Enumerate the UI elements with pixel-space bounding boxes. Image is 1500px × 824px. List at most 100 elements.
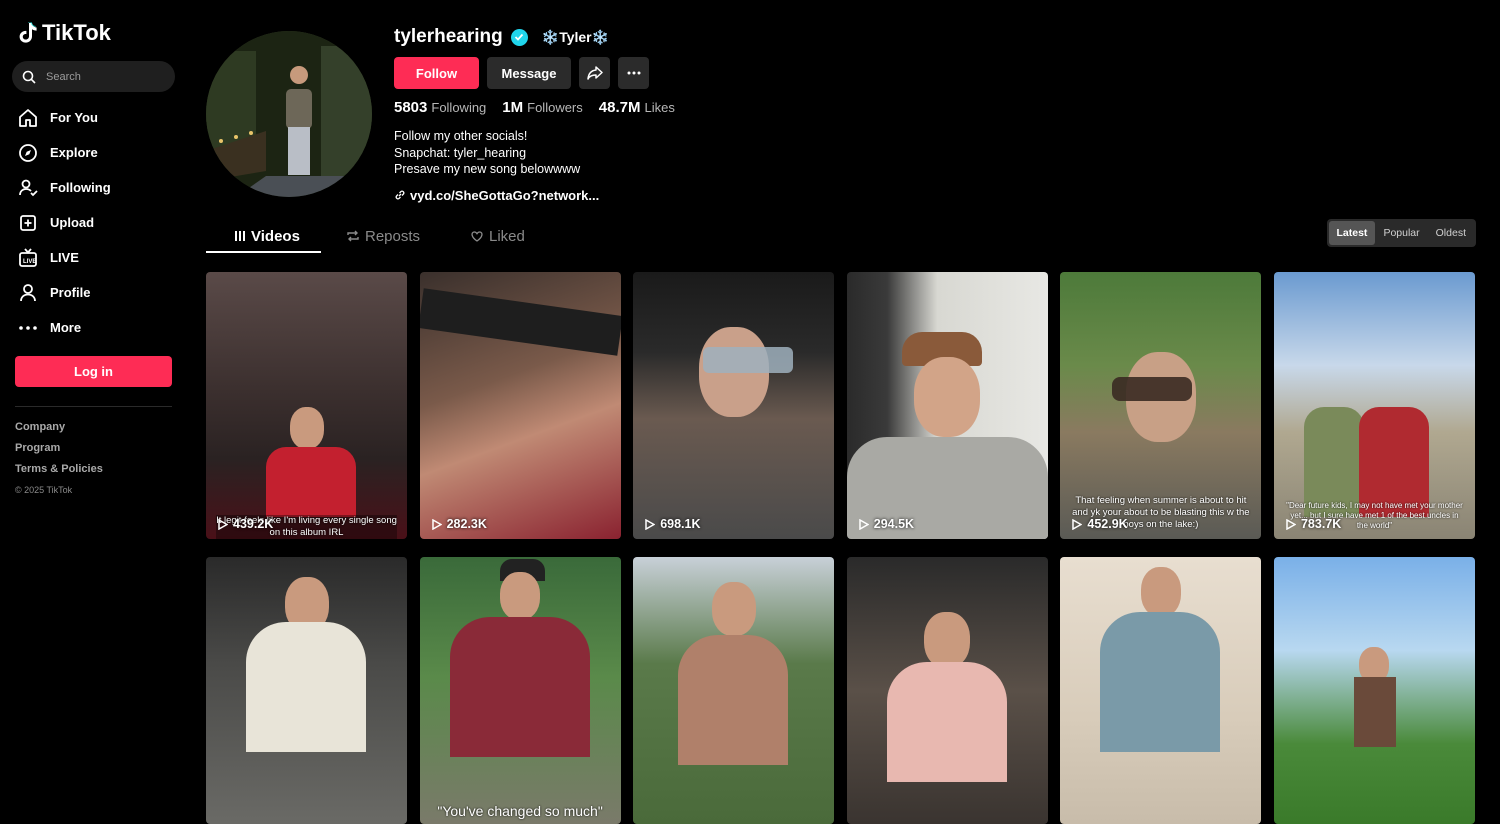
play-icon [1286,518,1296,530]
video-card[interactable]: 294.5K [846,272,1048,539]
more-options-button[interactable] [618,57,649,89]
video-card[interactable] [1273,557,1475,824]
upload-icon [20,214,36,231]
video-card[interactable] [846,557,1048,824]
video-card[interactable] [206,557,407,824]
tab-label: Videos [251,227,300,245]
play-icon [645,518,656,530]
stat-likes: 48.7M Likes [598,99,675,116]
video-card[interactable]: That feeling when summer is about to hit… [1060,272,1262,539]
sort-popular[interactable]: Popular [1375,221,1427,245]
share-icon [586,66,603,80]
copyright: © 2025 TikTok [15,485,73,495]
view-count: 783.7K [1286,517,1341,531]
search-input[interactable]: Search [12,61,175,92]
more-icon [19,325,37,330]
sidebar-item-label: Explore [50,145,98,160]
bio-line: Snapchat: tyler_hearing [394,145,527,160]
active-tab-underline [206,251,321,253]
view-count: 452.9K [1072,517,1128,531]
grid-icon [235,231,245,241]
ellipsis-icon [627,71,640,75]
view-count: 282.3K [431,517,487,531]
profile-tabs: Videos Reposts Liked Latest Popular Olde… [206,219,1476,253]
video-card[interactable]: It legit feels like I'm living every sin… [206,272,407,539]
home-icon [19,108,37,127]
view-count: 439.2K [218,517,273,531]
login-button[interactable]: Log in [15,356,172,387]
sort-oldest[interactable]: Oldest [1428,221,1474,245]
profile-icon [20,283,36,301]
avatar-photo [206,31,372,197]
sidebar-item-label: LIVE [50,250,79,265]
bio: Follow my other socials! Snapchat: tyler… [394,128,675,178]
video-card[interactable] [1060,557,1262,824]
follow-button[interactable]: Follow [394,57,479,89]
repost-icon [347,230,359,242]
play-icon [1072,518,1083,530]
stat-following[interactable]: 5803 Following [394,99,486,117]
video-card[interactable]: "You've changed so much" [419,557,621,824]
sidebar-item-label: Profile [50,285,91,300]
tab-label: Liked [489,227,525,245]
video-grid: It legit feels like I'm living every sin… [206,272,1476,824]
footer-link-program[interactable]: Program [15,441,103,462]
sidebar-item-upload[interactable]: Upload [17,205,187,240]
sidebar-item-label: Following [50,180,111,195]
sidebar-footer: Company Program Terms & Policies © 2025 … [15,420,103,504]
video-card[interactable]: 282.3K [419,272,621,539]
sidebar-item-profile[interactable]: Profile [17,275,187,310]
video-caption: "You've changed so much" [437,803,603,819]
profile-info: tylerhearing ❄️Tyler❄️ Follow Message 58… [394,26,675,203]
brand-name: TikTok [42,20,111,45]
play-icon [218,518,228,530]
link-icon [395,190,405,200]
video-card[interactable]: "Dear future kids, I may not have met yo… [1273,272,1475,539]
svg-text:LIVE: LIVE [23,259,36,265]
tab-label: Reposts [365,227,421,245]
sidebar-item-more[interactable]: More [17,310,187,345]
bio-link-text: vyd.co/SheGottaGo?network... [410,187,600,203]
tab-liked[interactable]: Liked [470,221,525,251]
tiktok-note-icon [19,22,37,43]
live-icon: LIVE [19,247,37,267]
play-icon [859,518,869,530]
sort-latest[interactable]: Latest [1328,221,1376,245]
profile-main: tylerhearing ❄️Tyler❄️ Follow Message 58… [206,0,1476,824]
sidebar-item-following[interactable]: Following [17,170,187,205]
tiktok-logo[interactable]: TikTok [18,20,111,46]
view-count: 294.5K [859,517,914,531]
sidebar-item-for-you[interactable]: For You [17,100,187,135]
sidebar-item-label: More [50,320,82,335]
message-button[interactable]: Message [487,57,571,89]
sidebar: TikTok Search For You Explore Following … [0,0,190,756]
stat-followers[interactable]: 1M Followers [502,99,582,117]
profile-stats: 5803 Following 1M Followers 48.7M Likes [394,99,675,117]
sort-toggle: Latest Popular Oldest [1326,219,1476,247]
video-card[interactable]: 698.1K [633,272,835,539]
bio-link[interactable]: vyd.co/SheGottaGo?network... [394,188,675,203]
bio-line: Presave my new song belowwww [394,162,581,176]
sidebar-item-label: Upload [50,215,95,230]
verified-badge-icon [510,28,528,46]
sidebar-nav: For You Explore Following Upload LIVE LI… [17,100,187,345]
share-button[interactable] [579,57,610,89]
nickname: ❄️Tyler❄️ [541,28,610,45]
video-card[interactable] [633,557,835,824]
footer-link-terms[interactable]: Terms & Policies [15,462,103,483]
compass-icon [19,143,37,162]
sidebar-item-live[interactable]: LIVE LIVE [17,240,187,275]
username: tylerhearing [394,26,503,47]
search-placeholder: Search [46,70,81,83]
view-count: 698.1K [645,517,701,531]
avatar[interactable] [206,31,372,197]
sidebar-item-explore[interactable]: Explore [17,135,187,170]
following-icon [19,179,38,196]
tab-reposts[interactable]: Reposts [346,221,420,251]
sidebar-item-label: For You [50,110,98,125]
sidebar-divider [15,406,172,407]
heart-icon [471,231,483,242]
footer-link-company[interactable]: Company [15,420,103,441]
play-icon [431,518,442,530]
tab-videos[interactable]: Videos [234,221,300,251]
